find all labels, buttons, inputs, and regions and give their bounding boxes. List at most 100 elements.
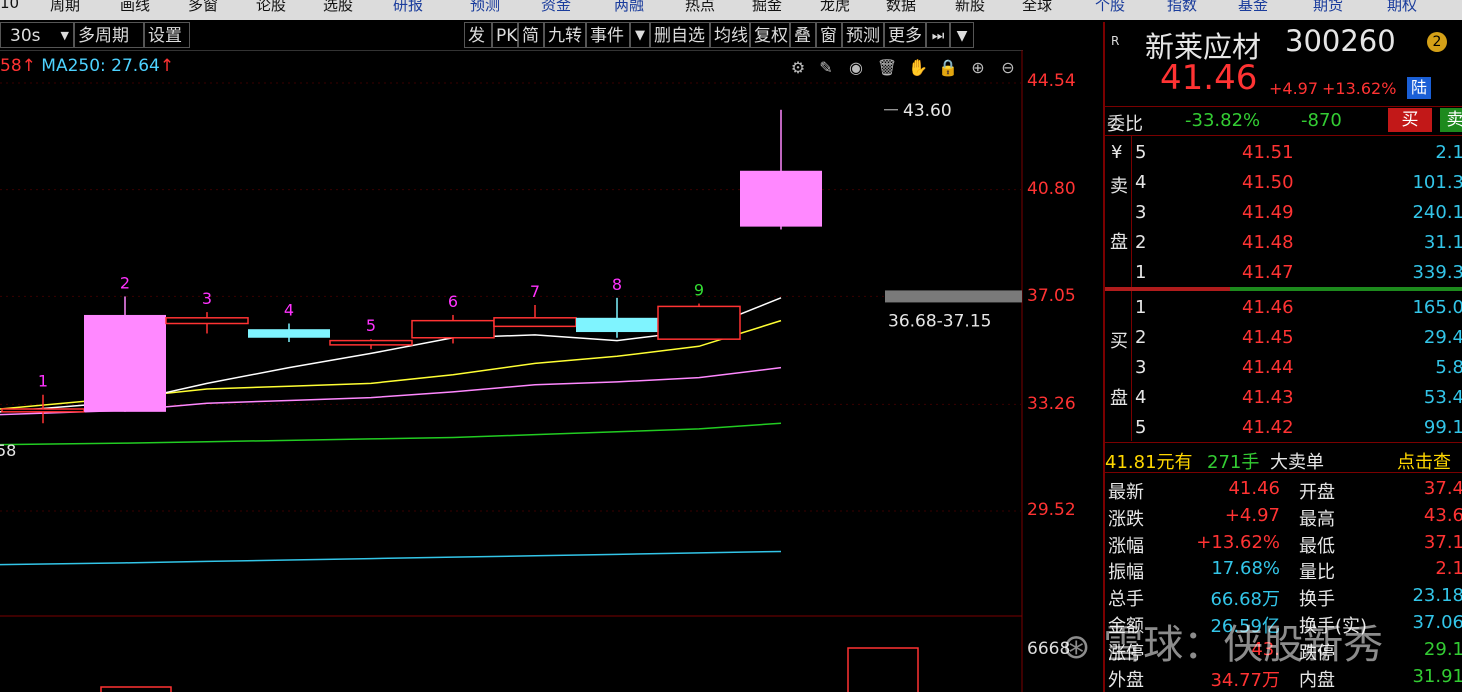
chevron-down-icon[interactable]: ▼ xyxy=(950,22,974,48)
stat-value: 66.68万 xyxy=(1210,589,1280,611)
settings-button[interactable]: 设置 xyxy=(144,22,190,48)
toolbar-button[interactable]: 预测 xyxy=(842,22,884,48)
count-label: 5 xyxy=(366,316,376,335)
top-menu-item[interactable]: 个股 xyxy=(1095,0,1125,15)
top-menu-item[interactable]: 基金 xyxy=(1238,0,1268,15)
stat-key: 涨幅 xyxy=(1108,535,1144,557)
order-volume: 165.0 xyxy=(1412,297,1462,318)
bigorder-hands: 271手 xyxy=(1207,452,1260,473)
chart-toolbar: 30s ▼ 多周期 设置 发 PK 简九转 事件 ▼ 删自选 均线 复权叠窗预测 更多 ⏭ ▼ xyxy=(0,22,1023,51)
order-volume: 31.1 xyxy=(1423,232,1462,253)
sell-pan-label: 盘 xyxy=(1110,232,1128,253)
period-select[interactable]: 30s ▼ xyxy=(0,22,74,48)
snowball-logo-icon: ⊛ xyxy=(1062,627,1091,667)
order-volume: 101.3 xyxy=(1412,172,1462,193)
top-menu-item[interactable]: 期货 xyxy=(1313,0,1343,15)
ma-green-line xyxy=(0,422,782,446)
chevron-down-icon: ▼ xyxy=(60,29,69,42)
top-menu-item[interactable]: 热点 xyxy=(685,0,715,15)
toolbar-button[interactable]: 事件 xyxy=(586,22,630,48)
lu-tag[interactable]: 陆 xyxy=(1407,77,1431,99)
toolbar-button[interactable]: 窗 xyxy=(816,22,842,48)
sell-button[interactable]: 卖 xyxy=(1440,108,1462,132)
candle-body xyxy=(165,317,249,325)
candlestick-chart[interactable]: 1 2 3 4 5 6 7 8 9 43.60 36.68-37.15 58 xyxy=(0,50,1100,692)
order-price: 41.50 xyxy=(1242,172,1294,193)
stat-value: 41.46 xyxy=(1228,478,1280,499)
order-level: 1 xyxy=(1135,262,1147,283)
chevron-down-icon[interactable]: ▼ xyxy=(630,22,650,48)
order-price: 41.46 xyxy=(1242,297,1294,318)
top-menu-item[interactable]: 画线 xyxy=(120,0,150,15)
price-tick: 33.26 xyxy=(1027,394,1076,414)
top-menu-item[interactable]: 掘金 xyxy=(752,0,782,15)
top-menu-item[interactable]: 预测 xyxy=(470,0,500,15)
stat-key: 最低 xyxy=(1299,535,1335,557)
candle-body xyxy=(411,319,495,339)
order-volume: 29.4 xyxy=(1423,327,1462,348)
buy-side-label: 买 xyxy=(1110,331,1128,352)
order-level: 5 xyxy=(1135,142,1147,163)
count-label: 2 xyxy=(120,273,130,292)
order-volume: 5.8 xyxy=(1435,357,1462,378)
candle-body xyxy=(1,408,85,413)
order-price: 41.43 xyxy=(1242,387,1294,408)
top-menu-item[interactable]: 期权 xyxy=(1387,0,1417,15)
volume-bar xyxy=(100,686,172,692)
badge[interactable]: 2 xyxy=(1427,32,1447,52)
toolbar-button[interactable]: 叠 xyxy=(790,22,816,48)
top-menu-item[interactable]: 资金 xyxy=(541,0,571,15)
price-tick: 40.80 xyxy=(1027,179,1076,199)
weibi-label: 委比 xyxy=(1107,114,1143,135)
multi-period-button[interactable]: 多周期 xyxy=(74,22,144,48)
stat-value: 43.6 xyxy=(1423,504,1462,526)
order-price: 41.51 xyxy=(1242,142,1294,163)
top-menu-item[interactable]: 论股 xyxy=(256,0,286,15)
toolbar-button[interactable]: 均线 xyxy=(710,22,750,48)
toolbar-button[interactable]: 九转 xyxy=(544,22,586,48)
price-tick: 29.52 xyxy=(1027,500,1076,520)
toolbar-button[interactable]: 复权 xyxy=(750,22,790,48)
stock-code: 300260 xyxy=(1285,24,1396,58)
toolbar-button[interactable]: PK xyxy=(492,22,518,48)
count-label: 3 xyxy=(202,289,212,308)
toolbar-button[interactable]: 简 xyxy=(518,22,544,48)
bigorder-link[interactable]: 点击查 xyxy=(1397,448,1451,474)
order-volume: 2.1 xyxy=(1435,142,1462,163)
stat-value: 37.06 xyxy=(1412,612,1462,633)
divider xyxy=(1105,472,1462,473)
ma250-line xyxy=(0,550,782,566)
stat-key: 总手 xyxy=(1108,589,1144,611)
volume-bar xyxy=(847,647,919,692)
top-menu-item[interactable]: 全球 xyxy=(1022,0,1052,15)
bid-ask-divider-green xyxy=(1230,287,1462,291)
toolbar-button[interactable]: 删自选 xyxy=(650,22,710,48)
top-menu-item[interactable]: 研报 xyxy=(393,0,423,15)
top-menu-item[interactable]: 多窗 xyxy=(188,0,218,15)
order-price: 41.45 xyxy=(1242,327,1294,348)
skip-forward-icon[interactable]: ⏭ xyxy=(926,22,950,48)
candle-body xyxy=(657,305,741,340)
top-menu-item[interactable]: 两融 xyxy=(614,0,644,15)
order-level: 3 xyxy=(1135,202,1147,223)
toolbar-button[interactable]: 发 xyxy=(464,22,492,48)
divider xyxy=(1105,106,1462,107)
bid-ask-divider-red xyxy=(1105,287,1230,291)
order-level: 4 xyxy=(1135,172,1147,193)
toolbar-button[interactable]: 更多 xyxy=(884,22,926,48)
buy-button[interactable]: 买 xyxy=(1388,108,1432,132)
order-level: 2 xyxy=(1135,327,1147,348)
high-label: 43.60 xyxy=(903,101,952,121)
top-menu-item[interactable]: 选股 xyxy=(323,0,353,15)
top-menu-item[interactable]: 周期 xyxy=(50,0,80,15)
last-price: 41.46 xyxy=(1160,58,1258,98)
divider xyxy=(1105,442,1462,443)
top-menu-item[interactable]: 数据 xyxy=(886,0,916,15)
top-menu-item[interactable]: 龙虎 xyxy=(820,0,850,15)
top-menu-item[interactable]: 指数 xyxy=(1167,0,1197,15)
count-label: 6 xyxy=(448,292,458,311)
top-menu-item[interactable]: 10 xyxy=(0,0,19,12)
top-menu-item[interactable]: 新股 xyxy=(955,0,985,15)
range-label: 36.68-37.15 xyxy=(888,311,991,331)
order-volume: 240.1 xyxy=(1412,202,1462,223)
